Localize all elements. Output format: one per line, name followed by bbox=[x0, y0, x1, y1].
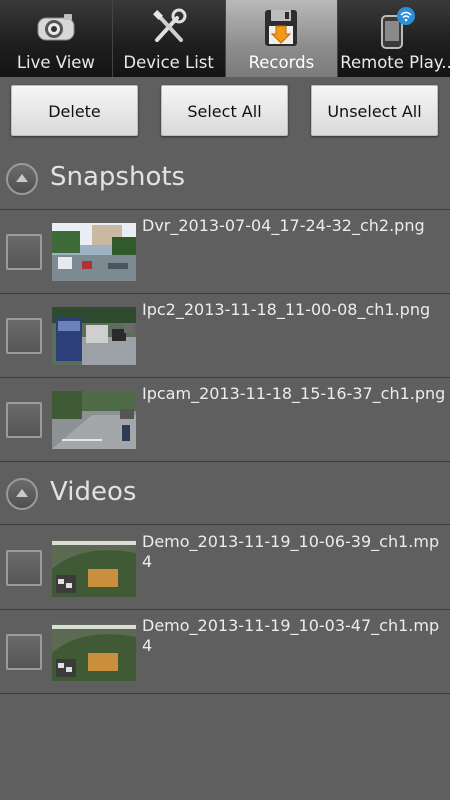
select-all-button[interactable]: Select All bbox=[161, 85, 288, 136]
list-item[interactable]: Demo_2013-11-19_10-06-39_ch1.mp4 bbox=[0, 526, 450, 610]
tab-records[interactable]: Records bbox=[225, 0, 339, 77]
triangle-up-icon bbox=[16, 174, 28, 182]
list-item[interactable]: Dvr_2013-07-04_17-24-32_ch2.png bbox=[0, 210, 450, 294]
thumbnail bbox=[52, 307, 136, 365]
select-checkbox[interactable] bbox=[6, 318, 42, 354]
thumbnail bbox=[52, 223, 136, 281]
file-name: Ipc2_2013-11-18_11-00-08_ch1.png bbox=[142, 300, 431, 319]
thumbnail bbox=[52, 623, 136, 681]
list-item[interactable]: Ipcam_2013-11-18_15-16-37_ch1.png bbox=[0, 378, 450, 462]
tab-device-list[interactable]: Device List bbox=[112, 0, 226, 77]
section-title: Videos bbox=[50, 477, 137, 507]
section-title: Snapshots bbox=[50, 162, 186, 192]
select-checkbox[interactable] bbox=[6, 402, 42, 438]
tab-label: Device List bbox=[123, 53, 214, 72]
tools-icon bbox=[152, 8, 187, 42]
action-bar: Delete Select All Unselect All bbox=[0, 85, 450, 137]
list-item[interactable]: Demo_2013-11-19_10-03-47_ch1.mp4 bbox=[0, 610, 450, 694]
tab-bar: Live View Device List Records Remote Pla… bbox=[0, 0, 450, 77]
file-name: Demo_2013-11-19_10-06-39_ch1.mp4 bbox=[142, 532, 440, 571]
tab-remote-playback[interactable]: Remote Play.. bbox=[338, 0, 450, 77]
select-checkbox[interactable] bbox=[6, 550, 42, 586]
thumbnail bbox=[52, 539, 136, 597]
select-checkbox[interactable] bbox=[6, 234, 42, 270]
collapse-toggle[interactable] bbox=[6, 478, 38, 510]
phone-wifi-icon bbox=[381, 7, 416, 49]
tab-live-view[interactable]: Live View bbox=[0, 0, 113, 77]
unselect-all-button[interactable]: Unselect All bbox=[311, 85, 438, 136]
file-name: Demo_2013-11-19_10-03-47_ch1.mp4 bbox=[142, 616, 440, 655]
collapse-toggle[interactable] bbox=[6, 163, 38, 195]
tab-label: Records bbox=[248, 53, 315, 72]
camera-icon bbox=[37, 14, 75, 41]
select-checkbox[interactable] bbox=[6, 634, 42, 670]
videos-section-header[interactable]: Videos bbox=[0, 463, 450, 525]
triangle-up-icon bbox=[16, 489, 28, 497]
floppy-download-icon bbox=[265, 10, 298, 46]
delete-button[interactable]: Delete bbox=[11, 85, 138, 136]
tab-label: Remote Play.. bbox=[340, 53, 450, 72]
list-item[interactable]: Ipc2_2013-11-18_11-00-08_ch1.png bbox=[0, 294, 450, 378]
file-name: Dvr_2013-07-04_17-24-32_ch2.png bbox=[142, 216, 425, 235]
snapshots-section-header[interactable]: Snapshots bbox=[0, 148, 450, 210]
tab-label: Live View bbox=[16, 53, 95, 72]
file-name: Ipcam_2013-11-18_15-16-37_ch1.png bbox=[142, 384, 446, 403]
thumbnail bbox=[52, 391, 136, 449]
